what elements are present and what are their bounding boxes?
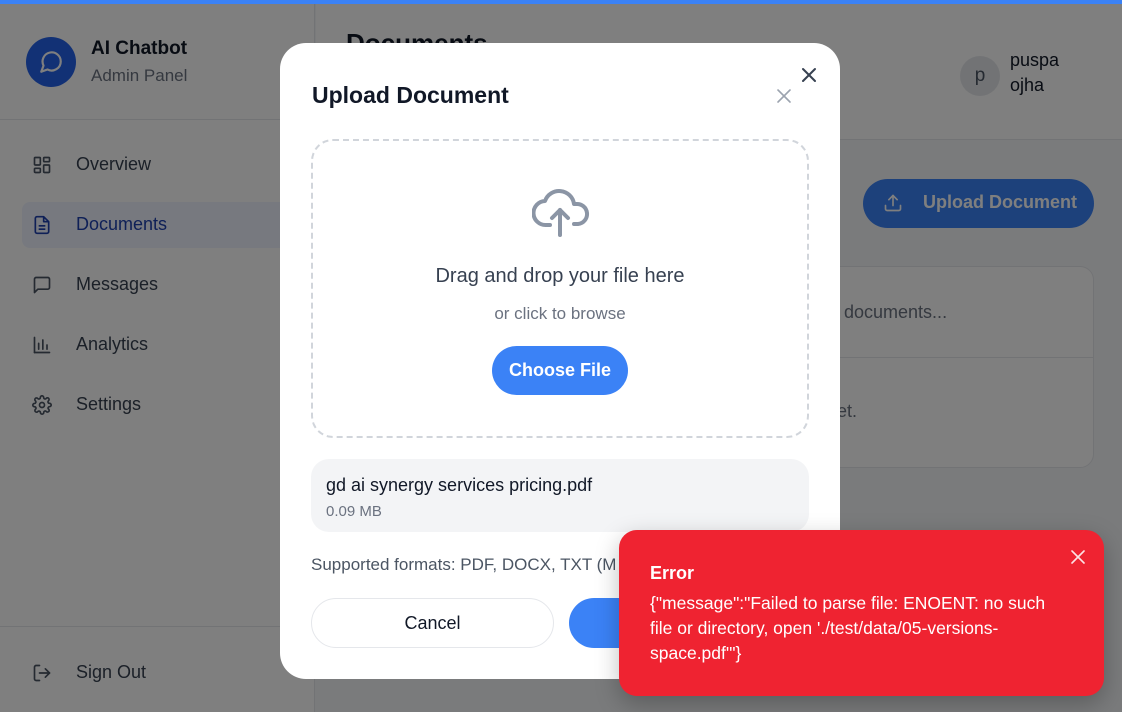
error-toast: Error {"message":"Failed to parse file: … bbox=[619, 530, 1104, 696]
close-icon[interactable] bbox=[1071, 550, 1085, 564]
file-name: gd ai synergy services pricing.pdf bbox=[326, 475, 593, 495]
modal-title: Upload Document bbox=[312, 82, 509, 108]
close-icon[interactable] bbox=[799, 65, 819, 85]
supported-formats: Supported formats: PDF, DOCX, TXT (M bbox=[311, 555, 617, 574]
toast-title: Error bbox=[650, 563, 695, 583]
file-dropzone[interactable]: Drag and drop your file here or click to… bbox=[311, 139, 809, 438]
top-accent-bar bbox=[0, 0, 1122, 4]
dropzone-subtitle: or click to browse bbox=[494, 304, 626, 323]
cloud-upload-icon bbox=[532, 189, 589, 237]
close-icon[interactable] bbox=[776, 88, 792, 104]
toast-message: {"message":"Failed to parse file: ENOENT… bbox=[650, 593, 1046, 663]
dropzone-title: Drag and drop your file here bbox=[435, 265, 685, 287]
file-size: 0.09 MB bbox=[326, 503, 382, 520]
selected-file-card: gd ai synergy services pricing.pdf 0.09 … bbox=[311, 459, 809, 532]
choose-file-button[interactable]: Choose File bbox=[492, 346, 628, 395]
cancel-button[interactable]: Cancel bbox=[311, 598, 554, 648]
